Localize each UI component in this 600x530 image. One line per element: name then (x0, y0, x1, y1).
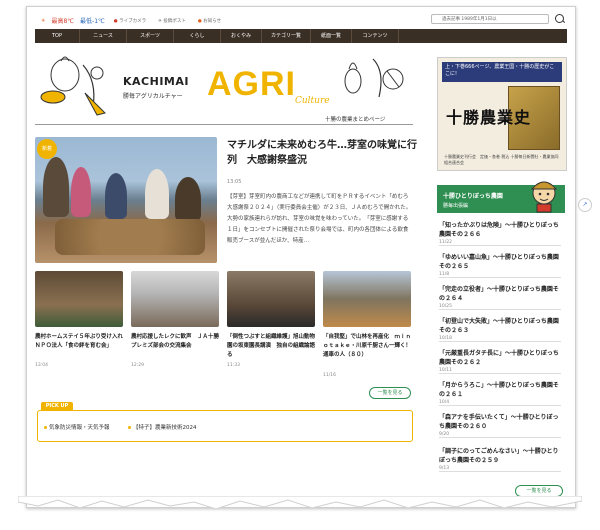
card-title-3[interactable]: 「倒性つぶすと組織維護」旭山動物園の坂東園長講演 独自の組織論語る (227, 333, 317, 360)
series-item-3[interactable]: 「完走の立役者」〜十勝ひとりぼっち農園その２６４ 10/25 (439, 285, 561, 310)
notice-icon: ● (197, 18, 202, 24)
series-item-7[interactable]: 「森アナを手伝いたくて」〜十勝ひとりぼっち農園その２６０ 9/20 (439, 413, 561, 438)
agri-banner: KACHIMAI 勝毎アグリカルチャー AGRI Culture 十勝の農業まと… (35, 51, 413, 125)
pickup-item-tech[interactable]: 【特子】農業新技術2024 (128, 423, 197, 431)
card-date-4: 11/16 (323, 373, 336, 378)
weather: ☀ 最高8℃ 最低-1℃ ● ライブカメラ ✈ 投稿ポスト ● お知らせ (41, 16, 224, 26)
search-input[interactable]: 過去記事 1989年1月1日以 (431, 14, 549, 24)
series-item-1[interactable]: 「知ったかぶりは危険」〜十勝ひとりぼっち農園その２６６ 11/22 (439, 221, 561, 246)
featured-title[interactable]: マチルダに未来めむろ牛…芽室の味覚に行列 大感謝祭盛況 (227, 138, 417, 168)
agri-logo: AGRI (207, 65, 296, 103)
card-photo-1[interactable] (35, 271, 123, 327)
card-photo-2[interactable] (131, 271, 219, 327)
nav-top[interactable]: TOP (35, 29, 80, 43)
series-item-6[interactable]: 「月からうろこ」〜十勝ひとりぼっち農園その２６１ 10/4 (439, 381, 561, 406)
ad-header: 上・下巻666ページ、農業王国・十勝の歴史がここに! (442, 62, 562, 82)
vegetables-illustration-left (40, 56, 106, 116)
nav-obituaries[interactable]: おくやみ (221, 29, 262, 43)
notice-link[interactable]: ● お知らせ (195, 17, 224, 25)
live-camera-link[interactable]: ● ライブカメラ (111, 17, 149, 25)
banner-subtitle: 勝毎アグリカルチャー (123, 93, 183, 100)
card-photo-3[interactable] (227, 271, 315, 327)
card-date-2: 12:29 (131, 363, 144, 368)
series-subtitle: 勝毎出張編 (443, 203, 469, 209)
nav-life[interactable]: くらし (174, 29, 221, 43)
bullet-icon (128, 426, 131, 429)
ad-title: 十勝農業史 (446, 108, 532, 127)
divider (35, 124, 413, 125)
series-item-2[interactable]: 「ゆめいい嘉山魚」〜十勝ひとりぼっち農園その２６５ 11/8 (439, 253, 561, 278)
series-item-5[interactable]: 「元厳重長ガタチ長に」〜十勝ひとりぼっち農園その２６２ 10/11 (439, 349, 561, 374)
featured-photo[interactable] (35, 137, 217, 263)
torn-paper-edge (18, 496, 582, 510)
camera-icon: ● (113, 18, 118, 24)
mascot-icon (530, 181, 558, 213)
nav-news[interactable]: ニュース (80, 29, 127, 43)
card-photo-4[interactable] (323, 271, 411, 327)
top-bar: ☀ 最高8℃ 最低-1℃ ● ライブカメラ ✈ 投稿ポスト ● お知らせ 過去記… (35, 12, 565, 28)
nav-papers[interactable]: 紙面一覧 (311, 29, 352, 43)
pickup-box: 気象防災情報・天気予報 【特子】農業新技術2024 (37, 410, 413, 442)
card-title-4[interactable]: 「自我堅」で山林を再産化 ｍｉｎｏｔａｋｅ・川原千厨さん一輝く！通車の人（８０） (323, 333, 413, 360)
featured-body: 【芽室】芽室町内の農商工などが連携して町をＰＲするイベント「めむろ大感謝祭２０２… (227, 194, 412, 244)
nav-contents[interactable]: コンテンツ (352, 29, 399, 43)
series-title: 十勝ひとりぼっち農園 (443, 193, 503, 200)
card-title-1[interactable]: 農村ホームステイ５年ぶり受け入れ ＮＰＯ法人「食の絆を育む会」 (35, 333, 128, 351)
search-icon[interactable] (555, 14, 564, 23)
pickup-item-weather[interactable]: 気象防災情報・天気予報 (44, 423, 110, 431)
page-frame: ☀ 最高8℃ 最低-1℃ ● ライブカメラ ✈ 投稿ポスト ● お知らせ 過去記… (26, 6, 576, 508)
card-date-1: 13:04 (35, 363, 48, 368)
send-icon: ✈ (158, 18, 162, 24)
share-icon[interactable]: ↗ (578, 198, 592, 212)
temp-high: 最高8℃ (51, 18, 75, 25)
ad-footer: 十勝農業史刊行会 定価・各巻 税込 十勝毎日新聞社・農業協同組合連合会 (444, 154, 559, 165)
new-badge: 新着 (37, 139, 57, 159)
bullet-icon (44, 426, 47, 429)
sun-icon: ☀ (41, 17, 46, 24)
nav-categories[interactable]: カテゴリ一覧 (262, 29, 311, 43)
temp-low: 最低-1℃ (80, 18, 105, 25)
series-item-8[interactable]: 「調子にのってごめんなさい」〜十勝ひとりぼっち農園その２５９ 9/13 (439, 447, 561, 472)
advertisement-agri-history[interactable]: 上・下巻666ページ、農業王国・十勝の歴史がここに! 十勝農業史 十勝農業史刊行… (437, 57, 567, 171)
nav-sports[interactable]: スポーツ (127, 29, 174, 43)
vegetables-illustration-right (344, 58, 404, 98)
featured-date: 13:05 (227, 179, 242, 185)
series-item-4[interactable]: 「初登山で大失敗」〜十勝ひとりぼっち農園その２６３ 10/18 (439, 317, 561, 342)
kachimai-logo: KACHIMAI (123, 75, 189, 88)
main-nav: TOP ニュース スポーツ くらし おくやみ カテゴリ一覧 紙面一覧 コンテンツ (35, 29, 567, 43)
post-link[interactable]: ✈ 投稿ポスト (155, 17, 189, 25)
card-date-3: 11:33 (227, 363, 240, 368)
culture-logo: Culture (295, 96, 330, 106)
card-title-2[interactable]: 農村応援したレクに歓声 ＪＡ十勝プレミズ部会の交流集会 (131, 333, 221, 351)
banner-summary-link[interactable]: 十勝の農業まとめページ (325, 115, 385, 123)
more-button-articles[interactable]: 一覧を見る (369, 387, 411, 399)
